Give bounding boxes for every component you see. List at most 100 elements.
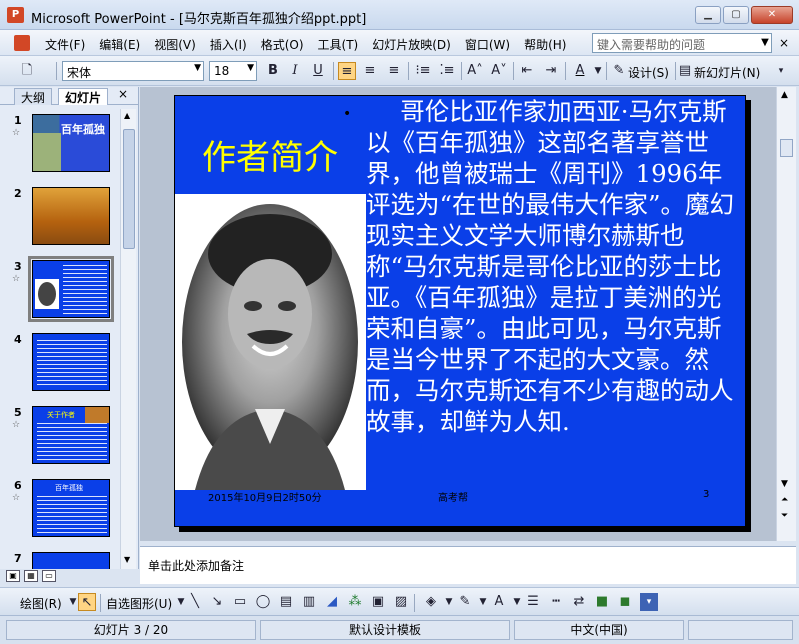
previous-slide-icon[interactable]: ⏶ [781, 495, 788, 505]
normal-view-icon[interactable]: ▣ [6, 570, 20, 582]
current-slide[interactable]: 作者简介 • 哥伦比亚作家加西亚·马尔克斯以《百年孤独》这部名著享誉世界，他曾被… [174, 95, 746, 527]
panel-scrollbar[interactable]: ▲ ▼ [120, 109, 136, 569]
close-window-button[interactable]: ✕ [751, 6, 793, 24]
arrow-style-icon[interactable]: ⇄ [570, 593, 588, 611]
oval-icon[interactable]: ◯ [254, 593, 272, 611]
vertical-textbox-icon[interactable]: ▥ [300, 593, 318, 611]
line-color-icon[interactable]: ✎ [456, 593, 474, 611]
status-design-template[interactable]: 默认设计模板 [260, 620, 510, 640]
toolbar-separator [461, 62, 462, 80]
slide-body-text[interactable]: 哥伦比亚作家加西亚·马尔克斯以《百年孤独》这部名著享誉世界，他曾被瑞士《周刊》1… [366, 96, 745, 526]
decrease-indent-icon[interactable]: ⇤ [518, 62, 536, 80]
increase-font-icon[interactable]: A˄ [466, 62, 484, 80]
menu-slideshow[interactable]: 幻灯片放映(D) [365, 36, 458, 53]
slide-number: 6 [14, 479, 22, 492]
font-name-select[interactable]: 宋体 ▼ [62, 61, 204, 81]
thumbnail-text [37, 496, 107, 534]
scroll-up-icon[interactable]: ▲ [124, 111, 130, 120]
decrease-font-icon[interactable]: A˅ [490, 62, 508, 80]
menu-view[interactable]: 视图(V) [147, 36, 203, 53]
slide-thumbnail[interactable]: 关于作者 [32, 406, 110, 464]
slide-editing-area: 作者简介 • 哥伦比亚作家加西亚·马尔克斯以《百年孤独》这部名著享誉世界，他曾被… [140, 87, 776, 541]
scrollbar-thumb[interactable] [123, 129, 135, 249]
help-search-input[interactable]: 键入需要帮助的问题 [592, 33, 772, 53]
select-pointer-icon[interactable]: ↖ [78, 593, 96, 611]
slide-thumbnail[interactable] [32, 333, 110, 391]
design-button[interactable]: 设计(S) [628, 64, 669, 81]
panel-tabs: 大纲 幻灯片 × [0, 87, 139, 105]
bullet-list-icon[interactable]: ⁚≡ [438, 62, 456, 80]
maximize-button[interactable]: ▢ [723, 6, 749, 24]
line-style-icon[interactable]: ☰ [524, 593, 542, 611]
slide-thumbnail[interactable]: 百年孤独 [32, 114, 110, 172]
menu-help[interactable]: 帮助(H) [517, 36, 573, 53]
chevron-down-icon: ▼ [247, 63, 254, 73]
slide-thumbnail[interactable] [32, 187, 110, 245]
window-title: Microsoft PowerPoint - [马尔克斯百年孤独介绍ppt.pp… [31, 12, 367, 27]
author-photo[interactable] [175, 194, 366, 490]
insert-picture-icon[interactable]: ▨ [392, 593, 410, 611]
scrollbar-thumb[interactable] [780, 139, 793, 157]
toolbar-separator [565, 62, 566, 80]
draw-menu-button[interactable]: 绘图(R) [20, 595, 62, 612]
slide-number: 2 [14, 187, 22, 200]
clipart-icon[interactable]: ▣ [369, 593, 387, 611]
next-slide-icon[interactable]: ⏷ [781, 511, 788, 521]
rectangle-icon[interactable]: ▭ [231, 593, 249, 611]
toolbar-options-icon[interactable]: ▾ [772, 62, 790, 80]
dash-style-icon[interactable]: ┅ [547, 593, 565, 611]
menu-format[interactable]: 格式(O) [254, 36, 311, 53]
align-right-icon[interactable]: ≡ [385, 62, 403, 80]
font-color-icon[interactable]: A [571, 62, 589, 80]
close-document-button[interactable]: × [779, 36, 789, 50]
slide-scrollbar[interactable]: ▲ ▼ ⏶ ⏷ [776, 87, 796, 541]
line-icon[interactable]: ╲ [186, 593, 204, 611]
italic-button[interactable]: I [286, 62, 304, 80]
increase-indent-icon[interactable]: ⇥ [542, 62, 560, 80]
toolbar-options-icon[interactable]: ▾ [640, 593, 658, 611]
scroll-down-icon[interactable]: ▼ [124, 555, 130, 564]
3d-style-icon[interactable]: ◼ [616, 593, 634, 611]
underline-button[interactable]: U [309, 62, 327, 80]
slideshow-icon[interactable]: ▭ [42, 570, 56, 582]
wordart-icon[interactable]: ◢ [323, 593, 341, 611]
menu-file[interactable]: 文件(F) [38, 36, 92, 53]
slide-footer-date: 2015年10月9日2时50分 [208, 493, 322, 504]
menu-insert[interactable]: 插入(I) [203, 36, 254, 53]
chevron-down-icon[interactable]: ▼ [758, 33, 772, 53]
textbox-icon[interactable]: ▤ [277, 593, 295, 611]
toolbar-separator [100, 594, 101, 612]
autoshapes-button[interactable]: 自选图形(U) [106, 595, 172, 612]
notes-pane[interactable]: 单击此处添加备注 [140, 546, 796, 584]
powerpoint-app-icon[interactable]: P [7, 7, 24, 23]
font-size-select[interactable]: 18 ▼ [209, 61, 257, 81]
diagram-icon[interactable]: ⁂ [346, 593, 364, 611]
align-center-icon[interactable]: ≡ [361, 62, 379, 80]
slide-thumbnail[interactable] [32, 552, 110, 569]
numbered-list-icon[interactable]: ⁝≡ [414, 62, 432, 80]
new-slide-button[interactable]: 新幻灯片(N) [694, 64, 760, 81]
font-color-icon[interactable]: A [490, 593, 508, 611]
thumbnail-title: 关于作者 [47, 411, 75, 419]
tab-slides[interactable]: 幻灯片 [58, 88, 109, 105]
document-icon[interactable] [14, 35, 30, 51]
menu-window[interactable]: 窗口(W) [458, 36, 517, 53]
minimize-button[interactable]: ▁ [695, 6, 721, 24]
fill-color-icon[interactable]: ◈ [422, 593, 440, 611]
slide-heading[interactable]: 作者简介 [202, 130, 338, 179]
scroll-down-icon[interactable]: ▼ [781, 479, 788, 489]
close-panel-button[interactable]: × [118, 87, 128, 101]
chevron-down-icon[interactable]: ▼ [589, 62, 607, 80]
bold-button[interactable]: B [264, 62, 282, 80]
arrow-icon[interactable]: ↘ [208, 593, 226, 611]
tab-outline[interactable]: 大纲 [14, 88, 53, 105]
slide-thumbnail[interactable]: 百年孤独 [32, 479, 110, 537]
new-document-icon[interactable]: 🗋 [18, 62, 36, 80]
menu-tools[interactable]: 工具(T) [311, 36, 366, 53]
slide-sorter-icon[interactable]: ▦ [24, 570, 38, 582]
scroll-up-icon[interactable]: ▲ [781, 90, 788, 100]
menu-edit[interactable]: 编辑(E) [92, 36, 147, 53]
slide-thumbnail[interactable] [28, 256, 114, 322]
align-left-icon[interactable]: ≡ [338, 62, 356, 80]
shadow-style-icon[interactable]: ■ [593, 593, 611, 611]
